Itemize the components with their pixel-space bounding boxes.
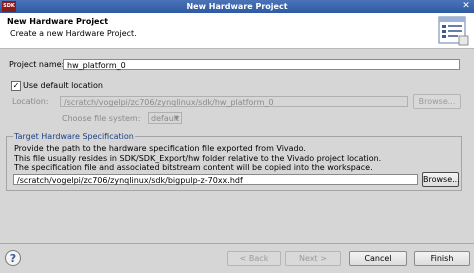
location-browse-button[interactable]: Browse... xyxy=(413,94,461,109)
hardware-spec-path-input[interactable]: /scratch/vogelpi/zc706/zynqlinux/sdk/big… xyxy=(13,174,418,185)
help-icon[interactable]: ? xyxy=(4,249,22,267)
target-hw-spec-title: Target Hardware Specification xyxy=(13,132,135,141)
hardware-spec-browse-button[interactable]: Browse... xyxy=(422,172,460,187)
page-description: Create a new Hardware Project. xyxy=(10,29,137,38)
chevron-down-icon: ▼ xyxy=(174,115,179,122)
wizard-header: New Hardware Project Create a new Hardwa… xyxy=(0,13,474,49)
footer-separator xyxy=(0,243,474,244)
project-name-input[interactable]: hw_platform_0 xyxy=(63,59,460,70)
back-button[interactable]: < Back xyxy=(227,251,281,266)
location-label: Location: xyxy=(12,97,49,106)
project-name-label: Project name: xyxy=(9,60,65,69)
close-icon[interactable]: ✕ xyxy=(461,1,471,11)
target-description-line-2: This file usually resides in SDK/SDK_Exp… xyxy=(14,154,382,163)
target-description-line-3: The specification file and associated bi… xyxy=(14,163,373,172)
target-description-line-1: Provide the path to the hardware specifi… xyxy=(14,144,306,153)
finish-button[interactable]: Finish xyxy=(414,251,470,266)
window-title: New Hardware Project xyxy=(186,2,288,11)
page-title: New Hardware Project xyxy=(7,17,109,26)
next-button[interactable]: Next > xyxy=(285,251,341,266)
file-system-select[interactable]: default ▼ xyxy=(148,112,182,124)
cancel-button[interactable]: Cancel xyxy=(349,251,407,266)
svg-text:?: ? xyxy=(10,252,16,265)
use-default-location-checkbox[interactable]: ✓ xyxy=(11,81,21,91)
hardware-project-icon xyxy=(438,16,469,46)
window-titlebar[interactable]: SDK New Hardware Project ✕ xyxy=(0,0,474,13)
location-input[interactable]: /scratch/vogelpi/zc706/zynqlinux/sdk/hw_… xyxy=(60,96,408,107)
file-system-label: Choose file system: xyxy=(62,114,141,123)
use-default-location-label: Use default location xyxy=(23,81,103,90)
